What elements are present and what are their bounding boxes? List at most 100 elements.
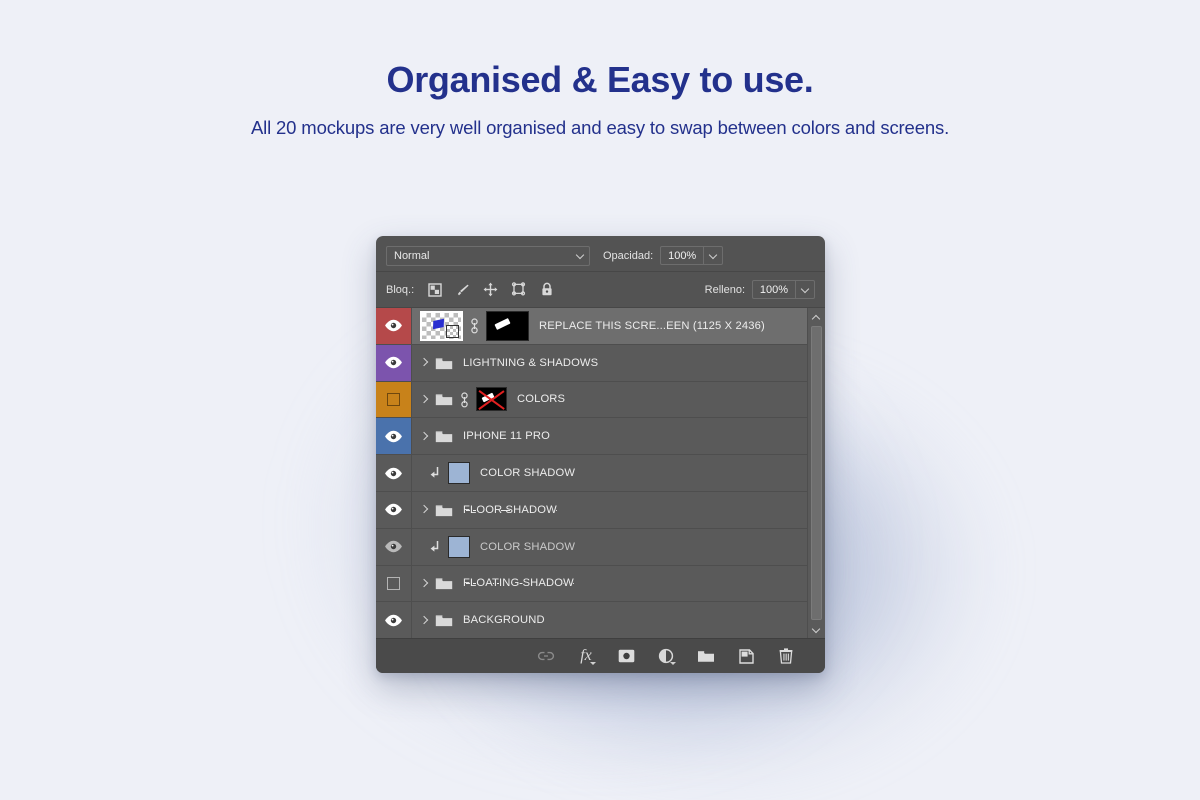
link-icon[interactable]	[537, 647, 555, 665]
group-expand-arrow-icon[interactable]	[420, 357, 429, 368]
layer-visibility-toggle[interactable]	[376, 602, 412, 638]
chevron-down-icon	[801, 285, 810, 294]
layer-row[interactable]: IPHONE 11 PRO	[376, 418, 807, 455]
smart-object-badge-icon	[446, 325, 459, 338]
page-title: Organised & Easy to use.	[0, 58, 1200, 101]
lock-position-move-icon[interactable]	[483, 282, 498, 297]
opacity-input[interactable]: 100%	[660, 246, 704, 265]
layer-row-body: COLOR SHADOW	[412, 462, 807, 484]
layer-row[interactable]: BACKGROUND	[376, 602, 807, 639]
layer-row[interactable]: LIGHTNING & SHADOWS	[376, 345, 807, 382]
layer-row[interactable]: COLOR SHADOW	[376, 529, 807, 566]
opacity-label: Opacidad:	[603, 250, 653, 262]
layer-thumbnail[interactable]	[448, 462, 470, 484]
clipping-mask-icon	[429, 466, 442, 480]
folder-icon	[435, 429, 453, 443]
chevron-down-icon	[812, 625, 821, 634]
folder-icon	[435, 576, 453, 590]
folder-icon	[435, 356, 453, 370]
layer-name: REPLACE THIS SCRE...EEN (1125 X 2436)	[539, 320, 765, 332]
fx-icon[interactable]: fx	[577, 647, 595, 665]
eye-icon	[384, 356, 403, 369]
layer-row-body: REPLACE THIS SCRE...EEN (1125 X 2436)	[412, 311, 807, 341]
group-expand-arrow-icon[interactable]	[420, 615, 429, 626]
mask-disabled-x-icon	[477, 388, 506, 410]
layer-visibility-toggle[interactable]	[376, 566, 412, 602]
layer-name: IPHONE 11 PRO	[463, 430, 550, 442]
layer-visibility-toggle[interactable]	[376, 382, 412, 418]
layer-visibility-toggle[interactable]	[376, 308, 412, 344]
layer-mask-thumbnail[interactable]	[486, 311, 529, 341]
fill-input[interactable]: 100%	[752, 280, 796, 299]
eye-icon	[384, 319, 403, 332]
blend-mode-select[interactable]: Normal	[386, 246, 590, 266]
folder-icon[interactable]	[697, 647, 715, 665]
scroll-up-button[interactable]	[809, 310, 825, 324]
layers-area: REPLACE THIS SCRE...EEN (1125 X 2436) LIG…	[376, 307, 825, 638]
layer-visibility-toggle[interactable]	[376, 455, 412, 491]
layer-row[interactable]: FLOATING SHADOW	[376, 566, 807, 603]
layer-thumbnail[interactable]	[420, 311, 463, 341]
layer-row-body: BACKGROUND	[412, 613, 807, 627]
layer-name: COLOR SHADOW	[480, 541, 575, 553]
new-layer-icon[interactable]	[737, 647, 755, 665]
layer-row-body: FLOATING SHADOW	[412, 576, 807, 590]
mask-link-icon[interactable]	[459, 392, 470, 407]
layer-row-body: LIGHTNING & SHADOWS	[412, 356, 807, 370]
layer-thumbnail[interactable]	[448, 536, 470, 558]
eye-icon	[384, 467, 403, 480]
blend-mode-value: Normal	[394, 250, 429, 262]
layer-row-body: COLORS	[412, 387, 807, 411]
half-circle-icon[interactable]	[657, 647, 675, 665]
layer-name: BACKGROUND	[463, 614, 545, 626]
folder-icon	[435, 392, 453, 406]
eye-icon	[384, 503, 403, 516]
scroll-down-button[interactable]	[809, 622, 825, 636]
lock-label: Bloq.:	[386, 284, 414, 296]
scrollbar-track[interactable]	[811, 326, 822, 620]
layer-row[interactable]: REPLACE THIS SCRE...EEN (1125 X 2436)	[376, 308, 807, 345]
blend-opacity-row: Normal Opacidad: 100%	[376, 236, 825, 271]
layer-row-body: IPHONE 11 PRO	[412, 429, 807, 443]
folder-icon	[435, 503, 453, 517]
layer-row[interactable]: COLOR SHADOW	[376, 455, 807, 492]
opacity-dropdown-button[interactable]	[704, 246, 723, 265]
group-expand-arrow-icon[interactable]	[420, 431, 429, 442]
group-expand-arrow-icon[interactable]	[420, 578, 429, 589]
scrollbar-thumb[interactable]	[811, 326, 822, 620]
lock-buttons-group	[427, 282, 554, 297]
layer-name: FLOATING SHADOW	[463, 577, 574, 589]
chevron-up-icon	[812, 313, 821, 322]
thumbnail-shape	[433, 319, 444, 330]
trash-icon[interactable]	[777, 647, 795, 665]
group-expand-arrow-icon[interactable]	[420, 504, 429, 515]
lock-transparent-pixels-icon[interactable]	[427, 282, 442, 297]
chevron-down-icon	[576, 251, 585, 260]
chevron-down-icon	[590, 662, 596, 665]
layers-scrollbar[interactable]	[807, 308, 825, 638]
layer-visibility-toggle[interactable]	[376, 492, 412, 528]
layers-list: REPLACE THIS SCRE...EEN (1125 X 2436) LIG…	[376, 308, 807, 638]
layer-row[interactable]: FLOOR SHADOW	[376, 492, 807, 529]
eye-hidden-icon	[387, 577, 400, 590]
layer-mask-thumbnail[interactable]	[476, 387, 507, 411]
lock-fill-row: Bloq.:	[376, 272, 825, 307]
lock-image-pixels-brush-icon[interactable]	[455, 282, 470, 297]
eye-icon	[384, 430, 403, 443]
fill-dropdown-button[interactable]	[796, 280, 815, 299]
mask-shape	[494, 318, 510, 330]
group-expand-arrow-icon[interactable]	[420, 394, 429, 405]
layer-name: COLOR SHADOW	[480, 467, 575, 479]
folder-icon	[435, 613, 453, 627]
photoshop-layers-panel: Normal Opacidad: 100% Bloq.:	[376, 236, 825, 673]
layer-name: FLOOR SHADOW	[463, 504, 557, 516]
layer-visibility-toggle[interactable]	[376, 418, 412, 454]
layer-visibility-toggle[interactable]	[376, 345, 412, 381]
layer-row[interactable]: COLORS	[376, 382, 807, 419]
mask-link-icon[interactable]	[469, 318, 480, 333]
clipping-mask-icon	[429, 540, 442, 554]
lock-all-padlock-icon[interactable]	[539, 282, 554, 297]
mask-icon[interactable]	[617, 647, 635, 665]
layer-visibility-toggle[interactable]	[376, 529, 412, 565]
lock-artboard-nesting-icon[interactable]	[511, 282, 526, 297]
